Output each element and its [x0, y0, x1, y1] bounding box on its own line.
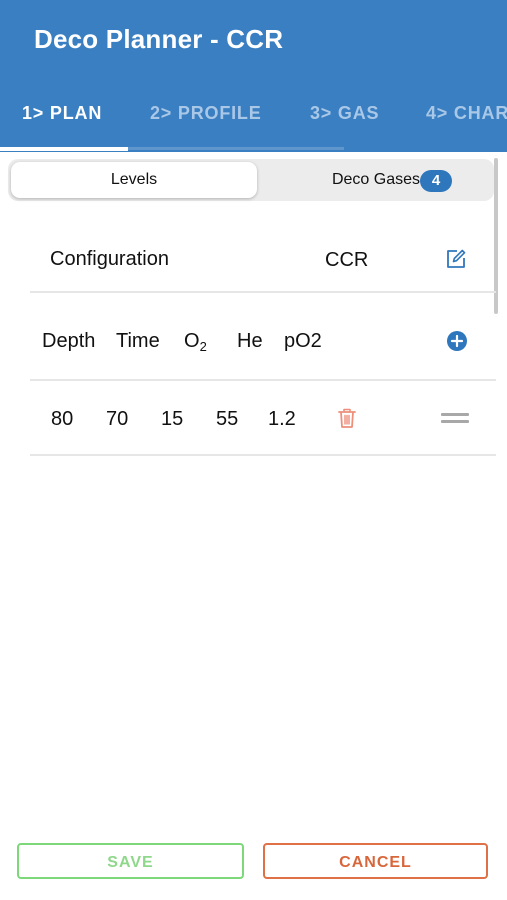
- column-header-o2-subscript: 2: [199, 339, 207, 354]
- levels-header-row: Depth Time O2 He pO2: [30, 292, 496, 381]
- column-header-po2: pO2: [284, 330, 322, 352]
- segment-deco-gases-label: Deco Gases: [331, 171, 421, 188]
- tab-bar: 1> PLAN 2> PROFILE 3> GAS 4> CHAR: [0, 100, 507, 130]
- column-header-time: Time: [116, 330, 160, 352]
- drag-handle-icon[interactable]: [441, 411, 469, 425]
- cell-po2: 1.2: [268, 408, 296, 430]
- configuration-row: Configuration CCR: [30, 225, 496, 293]
- page-title: Deco Planner - CCR: [34, 24, 284, 54]
- cell-depth: 80: [51, 408, 74, 430]
- deco-gases-count-badge: 4: [420, 170, 453, 192]
- tab-gas[interactable]: 3> GAS: [310, 103, 379, 124]
- tab-profile[interactable]: 2> PROFILE: [150, 103, 262, 124]
- segmented-control: Levels Deco Gases 4: [8, 159, 494, 201]
- segment-deco-gases[interactable]: Deco Gases 4: [260, 162, 492, 198]
- cell-he: 55: [216, 408, 239, 430]
- edit-icon[interactable]: [444, 247, 468, 271]
- configuration-value: CCR: [325, 249, 369, 271]
- tab-plan[interactable]: 1> PLAN: [22, 103, 102, 124]
- segment-levels[interactable]: Levels: [11, 162, 257, 198]
- column-header-he: He: [237, 330, 263, 352]
- tab-scroll-track: [128, 147, 344, 150]
- configuration-label: Configuration: [50, 248, 169, 270]
- tab-chart[interactable]: 4> CHAR: [426, 103, 507, 124]
- segment-levels-label: Levels: [110, 171, 158, 188]
- cell-time: 70: [106, 408, 129, 430]
- app-header: Deco Planner - CCR 1> PLAN 2> PROFILE 3>…: [0, 0, 507, 152]
- cancel-button[interactable]: CANCEL: [263, 843, 488, 879]
- save-button[interactable]: SAVE: [17, 843, 244, 879]
- add-circle-icon: [447, 331, 467, 351]
- column-header-o2: O2: [184, 330, 207, 354]
- add-level-button[interactable]: [447, 331, 467, 351]
- cell-o2: 15: [161, 408, 184, 430]
- active-tab-indicator: [0, 147, 128, 151]
- table-row: 80 70 15 55 1.2: [30, 381, 496, 456]
- column-header-depth: Depth: [42, 330, 96, 352]
- trash-icon[interactable]: [337, 407, 357, 429]
- column-header-o2-base: O: [184, 330, 200, 352]
